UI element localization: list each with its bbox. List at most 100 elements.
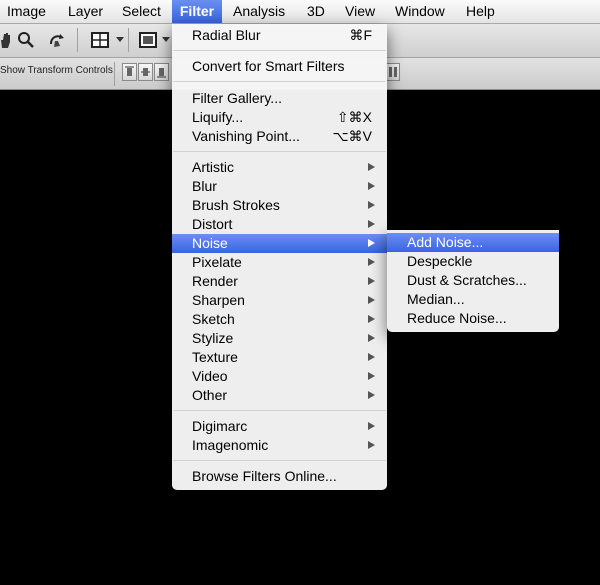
menu-item-label: Render: [192, 273, 238, 289]
arrange-documents-icon[interactable]: [90, 30, 110, 50]
menu-item-label: Texture: [192, 349, 238, 365]
submenu-arrow-icon: [368, 201, 375, 209]
menu-layer[interactable]: Layer: [68, 0, 103, 23]
align-vertical-center-icon[interactable]: [138, 63, 153, 81]
menu-item-despeckle[interactable]: Despeckle: [387, 252, 559, 271]
menu-item-label: Imagenomic: [192, 437, 269, 453]
rotate-view-icon[interactable]: [47, 30, 67, 50]
menu-select[interactable]: Select: [122, 0, 161, 23]
submenu-arrow-icon: [368, 239, 375, 247]
submenu-arrow-icon: [368, 277, 375, 285]
menu-item-render[interactable]: Render: [172, 272, 387, 291]
menu-separator: [173, 410, 386, 411]
menu-item-texture[interactable]: Texture: [172, 348, 387, 367]
menu-item-sharpen[interactable]: Sharpen: [172, 291, 387, 310]
menu-view[interactable]: View: [345, 0, 375, 23]
submenu-arrow-icon: [368, 163, 375, 171]
menu-item-shortcut: ⇧⌘X: [336, 109, 372, 125]
menu-item-noise[interactable]: Noise: [172, 234, 387, 253]
menu-item-filter-gallery[interactable]: Filter Gallery...: [172, 89, 387, 108]
submenu-arrow-icon: [368, 353, 375, 361]
noise-submenu: Add Noise... Despeckle Dust & Scratches.…: [387, 230, 559, 332]
menu-item-shortcut: ⌘F: [349, 27, 372, 43]
menu-item-label: Browse Filters Online...: [192, 468, 337, 484]
menu-item-label: Blur: [192, 178, 217, 194]
menu-item-label: Digimarc: [192, 418, 248, 434]
menu-item-label: Median...: [407, 291, 465, 307]
menu-item-label: Vanishing Point...: [192, 128, 300, 144]
menu-analysis[interactable]: Analysis: [233, 0, 285, 23]
menu-item-label: Video: [192, 368, 228, 384]
menu-separator: [173, 81, 386, 82]
toolbar-separator: [128, 28, 129, 52]
menu-item-label: Dust & Scratches...: [407, 272, 527, 288]
menu-item-video[interactable]: Video: [172, 367, 387, 386]
menu-item-dust-scratches[interactable]: Dust & Scratches...: [387, 271, 559, 290]
menu-item-distort[interactable]: Distort: [172, 215, 387, 234]
hand-icon[interactable]: [0, 30, 16, 50]
menu-item-sketch[interactable]: Sketch: [172, 310, 387, 329]
menu-item-digimarc[interactable]: Digimarc: [172, 417, 387, 436]
submenu-arrow-icon: [368, 334, 375, 342]
menu-item-last-filter[interactable]: Radial Blur ⌘F: [172, 26, 387, 45]
menu-item-label: Sketch: [192, 311, 235, 327]
menu-item-vanishing-point[interactable]: Vanishing Point... ⌥⌘V: [172, 127, 387, 146]
menu-item-label: Noise: [192, 235, 228, 251]
submenu-arrow-icon: [368, 422, 375, 430]
menu-separator: [173, 50, 386, 51]
toolbar-separator: [114, 62, 115, 86]
submenu-arrow-icon: [368, 182, 375, 190]
zoom-icon[interactable]: [16, 30, 36, 50]
menu-item-label: Convert for Smart Filters: [192, 58, 345, 74]
menu-item-label: Brush Strokes: [192, 197, 280, 213]
menu-filter[interactable]: Filter: [172, 0, 222, 23]
submenu-arrow-icon: [368, 296, 375, 304]
menu-separator: [173, 460, 386, 461]
distribute-icon[interactable]: [385, 63, 400, 81]
menu-item-other[interactable]: Other: [172, 386, 387, 405]
menu-item-blur[interactable]: Blur: [172, 177, 387, 196]
submenu-arrow-icon: [368, 315, 375, 323]
chevron-down-icon[interactable]: [110, 30, 130, 50]
toolbar-separator: [77, 28, 78, 52]
menu-window[interactable]: Window: [395, 0, 445, 23]
menu-item-label: Artistic: [192, 159, 234, 175]
submenu-arrow-icon: [368, 258, 375, 266]
menu-item-label: Filter Gallery...: [192, 90, 282, 106]
submenu-arrow-icon: [368, 220, 375, 228]
menu-item-artistic[interactable]: Artistic: [172, 158, 387, 177]
align-top-icon[interactable]: [122, 63, 137, 81]
menu-item-label: Other: [192, 387, 228, 403]
menu-item-label: Sharpen: [192, 292, 245, 308]
menu-item-label: Pixelate: [192, 254, 242, 270]
menu-item-label: Stylize: [192, 330, 234, 346]
menu-item-add-noise[interactable]: Add Noise...: [387, 233, 559, 252]
menu-item-reduce-noise[interactable]: Reduce Noise...: [387, 309, 559, 328]
menu-item-browse-filters-online[interactable]: Browse Filters Online...: [172, 467, 387, 486]
submenu-arrow-icon: [368, 372, 375, 380]
menu-item-liquify[interactable]: Liquify... ⇧⌘X: [172, 108, 387, 127]
menu-item-imagenomic[interactable]: Imagenomic: [172, 436, 387, 455]
submenu-arrow-icon: [368, 441, 375, 449]
menu-item-shortcut: ⌥⌘V: [332, 128, 372, 144]
menu-item-label: Reduce Noise...: [407, 310, 507, 326]
menu-item-pixelate[interactable]: Pixelate: [172, 253, 387, 272]
submenu-arrow-icon: [368, 391, 375, 399]
menu-item-label: Add Noise...: [407, 234, 484, 250]
menu-bar: Image Layer Select Filter Analysis 3D Vi…: [0, 0, 600, 24]
menu-item-stylize[interactable]: Stylize: [172, 329, 387, 348]
menu-item-brush-strokes[interactable]: Brush Strokes: [172, 196, 387, 215]
menu-help[interactable]: Help: [466, 0, 495, 23]
align-bottom-icon[interactable]: [154, 63, 169, 81]
menu-item-median[interactable]: Median...: [387, 290, 559, 309]
menu-separator: [173, 151, 386, 152]
filter-menu: Radial Blur ⌘F Convert for Smart Filters…: [172, 24, 387, 490]
menu-3d[interactable]: 3D: [307, 0, 325, 23]
menu-item-label: Despeckle: [407, 253, 473, 269]
menu-image[interactable]: Image: [7, 0, 46, 23]
menu-item-label: Liquify...: [192, 109, 244, 125]
menu-item-label: Distort: [192, 216, 233, 232]
show-transform-controls-label[interactable]: Show Transform Controls: [0, 65, 113, 76]
menu-item-convert-smart-filters[interactable]: Convert for Smart Filters: [172, 57, 387, 76]
screen-mode-icon[interactable]: [138, 30, 158, 50]
